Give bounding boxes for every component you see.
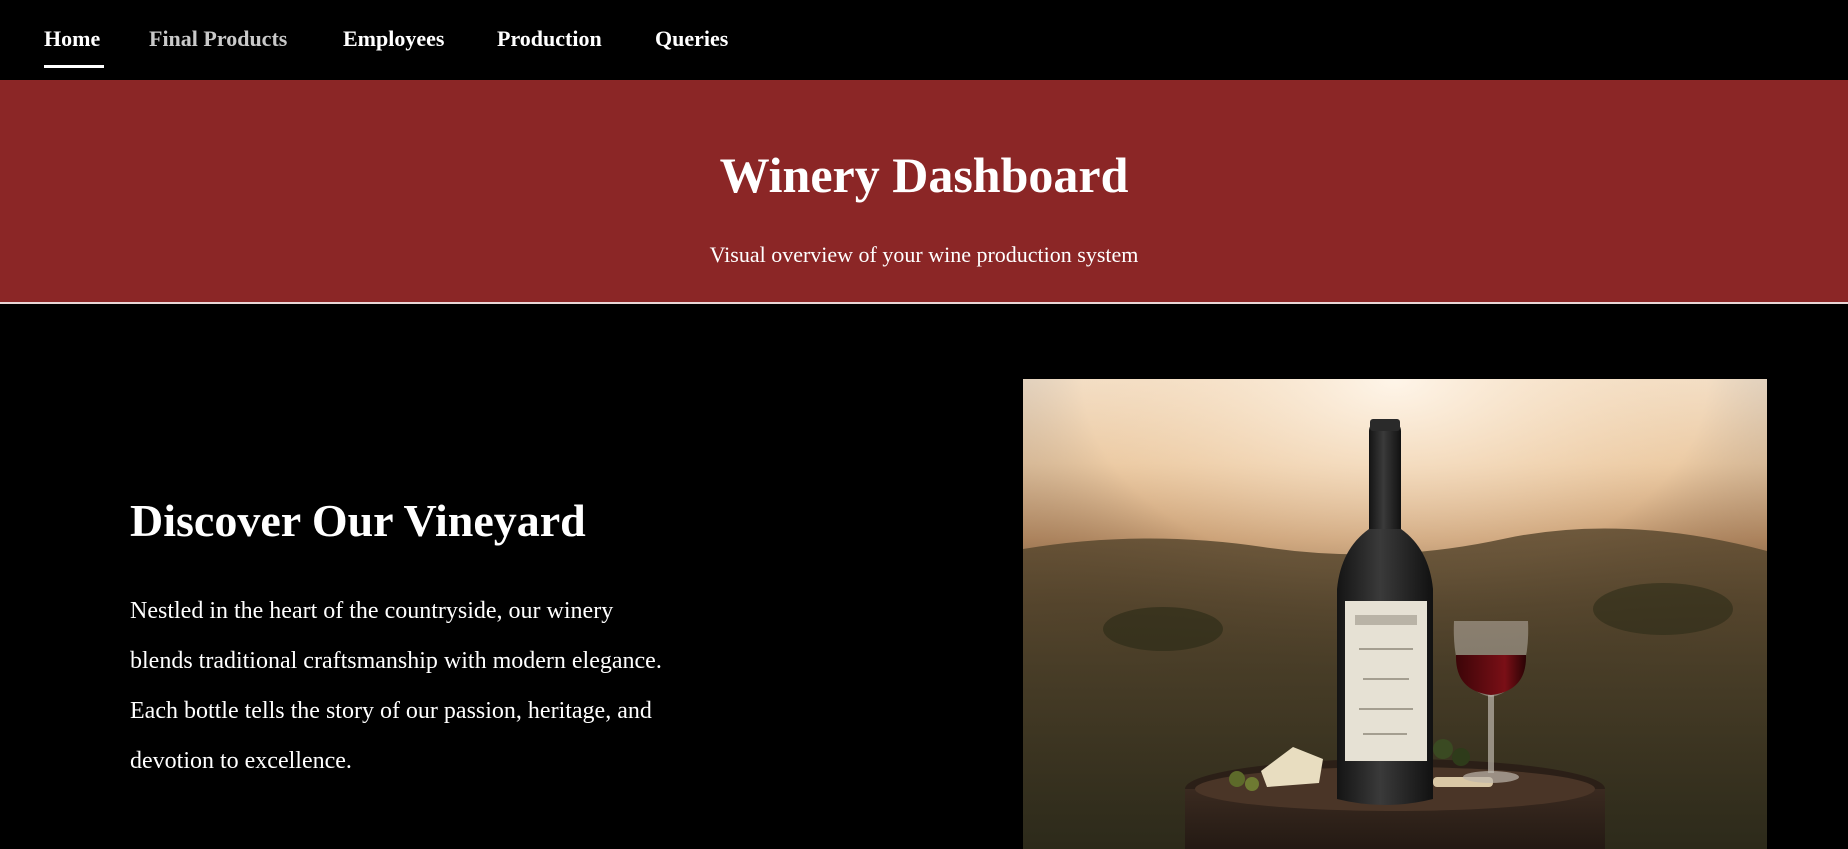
vineyard-photo: [1023, 379, 1767, 849]
nav-queries[interactable]: Queries: [655, 26, 728, 52]
section-title: Discover Our Vineyard: [130, 495, 586, 546]
page-title: Winery Dashboard: [719, 147, 1129, 203]
section-description: Nestled in the heart of the countryside,…: [130, 598, 662, 774]
wine-bottle-illustration: [1023, 379, 1767, 849]
main-content: Discover Our Vineyard Nestled in the hea…: [0, 304, 1848, 849]
hero-banner: Winery Dashboard Visual overview of your…: [0, 80, 1848, 304]
top-navigation: Home Final Products Employees Production…: [0, 0, 1848, 81]
nav-active-indicator: [44, 65, 104, 68]
nav-home[interactable]: Home: [44, 26, 100, 52]
nav-employees[interactable]: Employees: [343, 26, 444, 52]
page-subtitle: Visual overview of your wine production …: [709, 242, 1139, 267]
nav-final-products[interactable]: Final Products: [149, 26, 287, 52]
nav-production[interactable]: Production: [497, 26, 602, 52]
